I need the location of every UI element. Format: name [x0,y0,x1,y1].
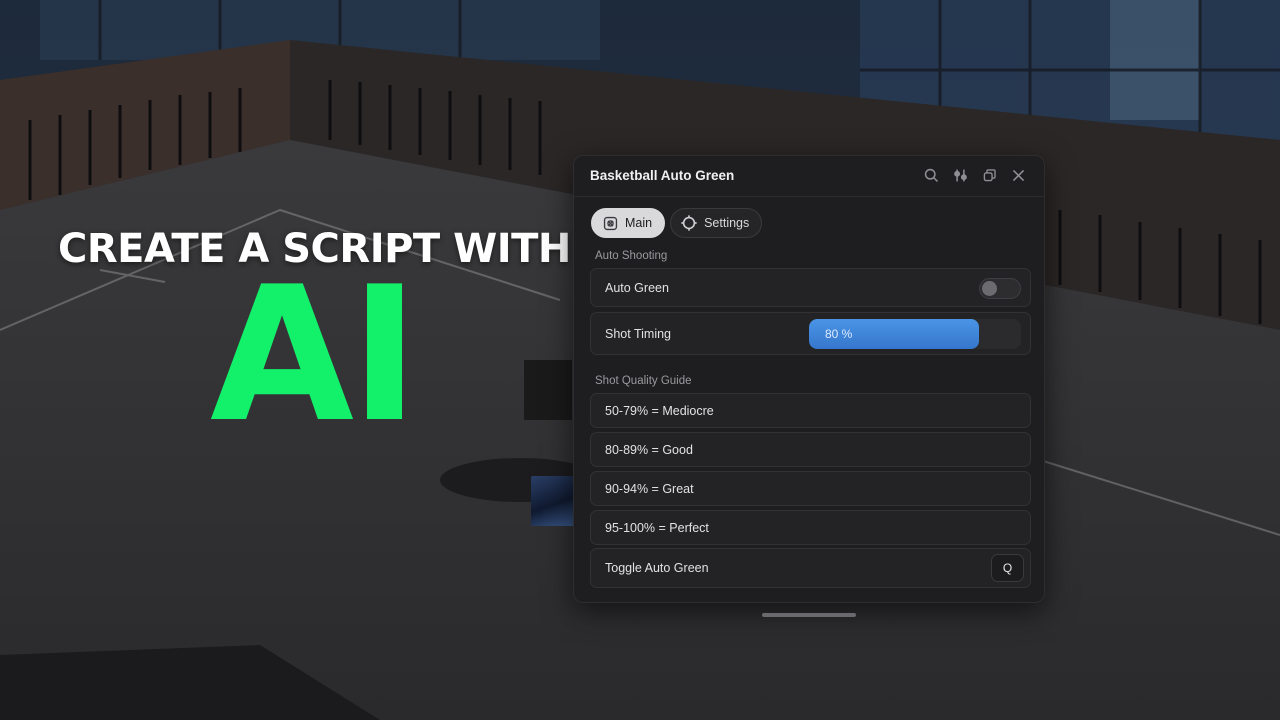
close-icon[interactable] [1009,166,1028,185]
title-icons [922,166,1028,185]
guide-item-great: 90-94% = Great [590,471,1031,506]
auto-green-row[interactable]: Auto Green [590,268,1031,307]
guide-item-label: 80-89% = Good [605,442,693,457]
search-icon[interactable] [922,166,941,185]
auto-green-label: Auto Green [605,280,669,295]
tab-main-label: Main [625,216,653,230]
guide-item-mediocre: 50-79% = Mediocre [590,393,1031,428]
guide-item-label: 90-94% = Great [605,481,694,496]
tab-main[interactable]: Main [591,208,666,238]
player-thumbnail [531,476,577,526]
keybind-button[interactable]: Q [991,554,1024,582]
shot-timing-row: Shot Timing 80 % [590,312,1031,355]
window-titlebar[interactable]: Basketball Auto Green [574,156,1044,197]
script-window: Basketball Auto Green Main Settings Auto… [573,155,1045,603]
shot-timing-slider[interactable]: 80 % [809,319,1021,349]
shot-timing-label: Shot Timing [605,326,672,341]
section-quality-guide: Shot Quality Guide [595,375,692,387]
tab-settings[interactable]: Settings [670,208,763,238]
guide-item-label: 50-79% = Mediocre [605,403,714,418]
auto-green-toggle[interactable] [979,278,1021,299]
window-title: Basketball Auto Green [590,168,735,183]
sliders-icon[interactable] [951,166,970,185]
ai-big-text: AI [210,246,419,463]
guide-item-perfect: 95-100% = Perfect [590,510,1031,545]
toggle-auto-green-label: Toggle Auto Green [605,561,709,575]
guide-item-label: 95-100% = Perfect [605,520,709,535]
section-auto-shooting: Auto Shooting [595,250,668,262]
tab-bar: Main Settings [591,208,763,238]
main-icon [601,214,619,232]
tab-settings-label: Settings [704,216,750,230]
shot-timing-value: 80 % [825,327,853,341]
window-drag-handle[interactable] [762,613,856,617]
settings-icon [680,214,698,232]
guide-item-good: 80-89% = Good [590,432,1031,467]
toggle-auto-green-row: Toggle Auto Green Q [590,548,1031,588]
restore-icon[interactable] [980,166,999,185]
toggle-knob [982,281,997,296]
